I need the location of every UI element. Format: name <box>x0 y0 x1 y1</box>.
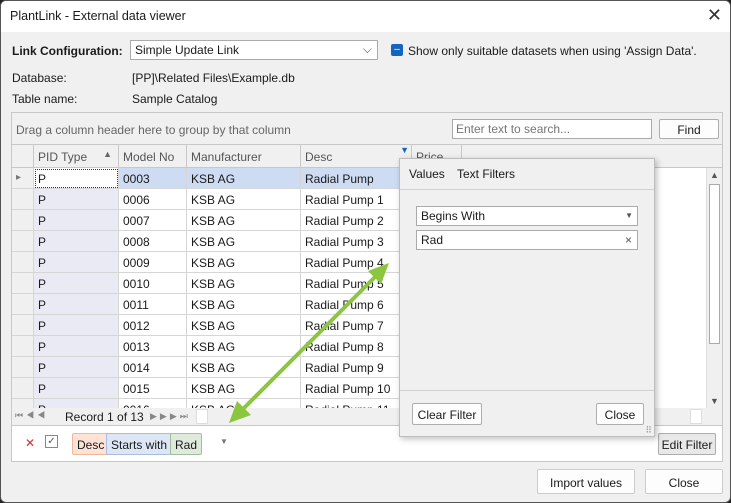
arrow-line <box>239 271 381 413</box>
close-button[interactable]: Close <box>645 469 723 494</box>
annotation-arrow <box>229 263 389 423</box>
dialog-window: PlantLink - External data viewer ✕ Link … <box>0 0 731 503</box>
import-values-button[interactable]: Import values <box>537 469 635 494</box>
